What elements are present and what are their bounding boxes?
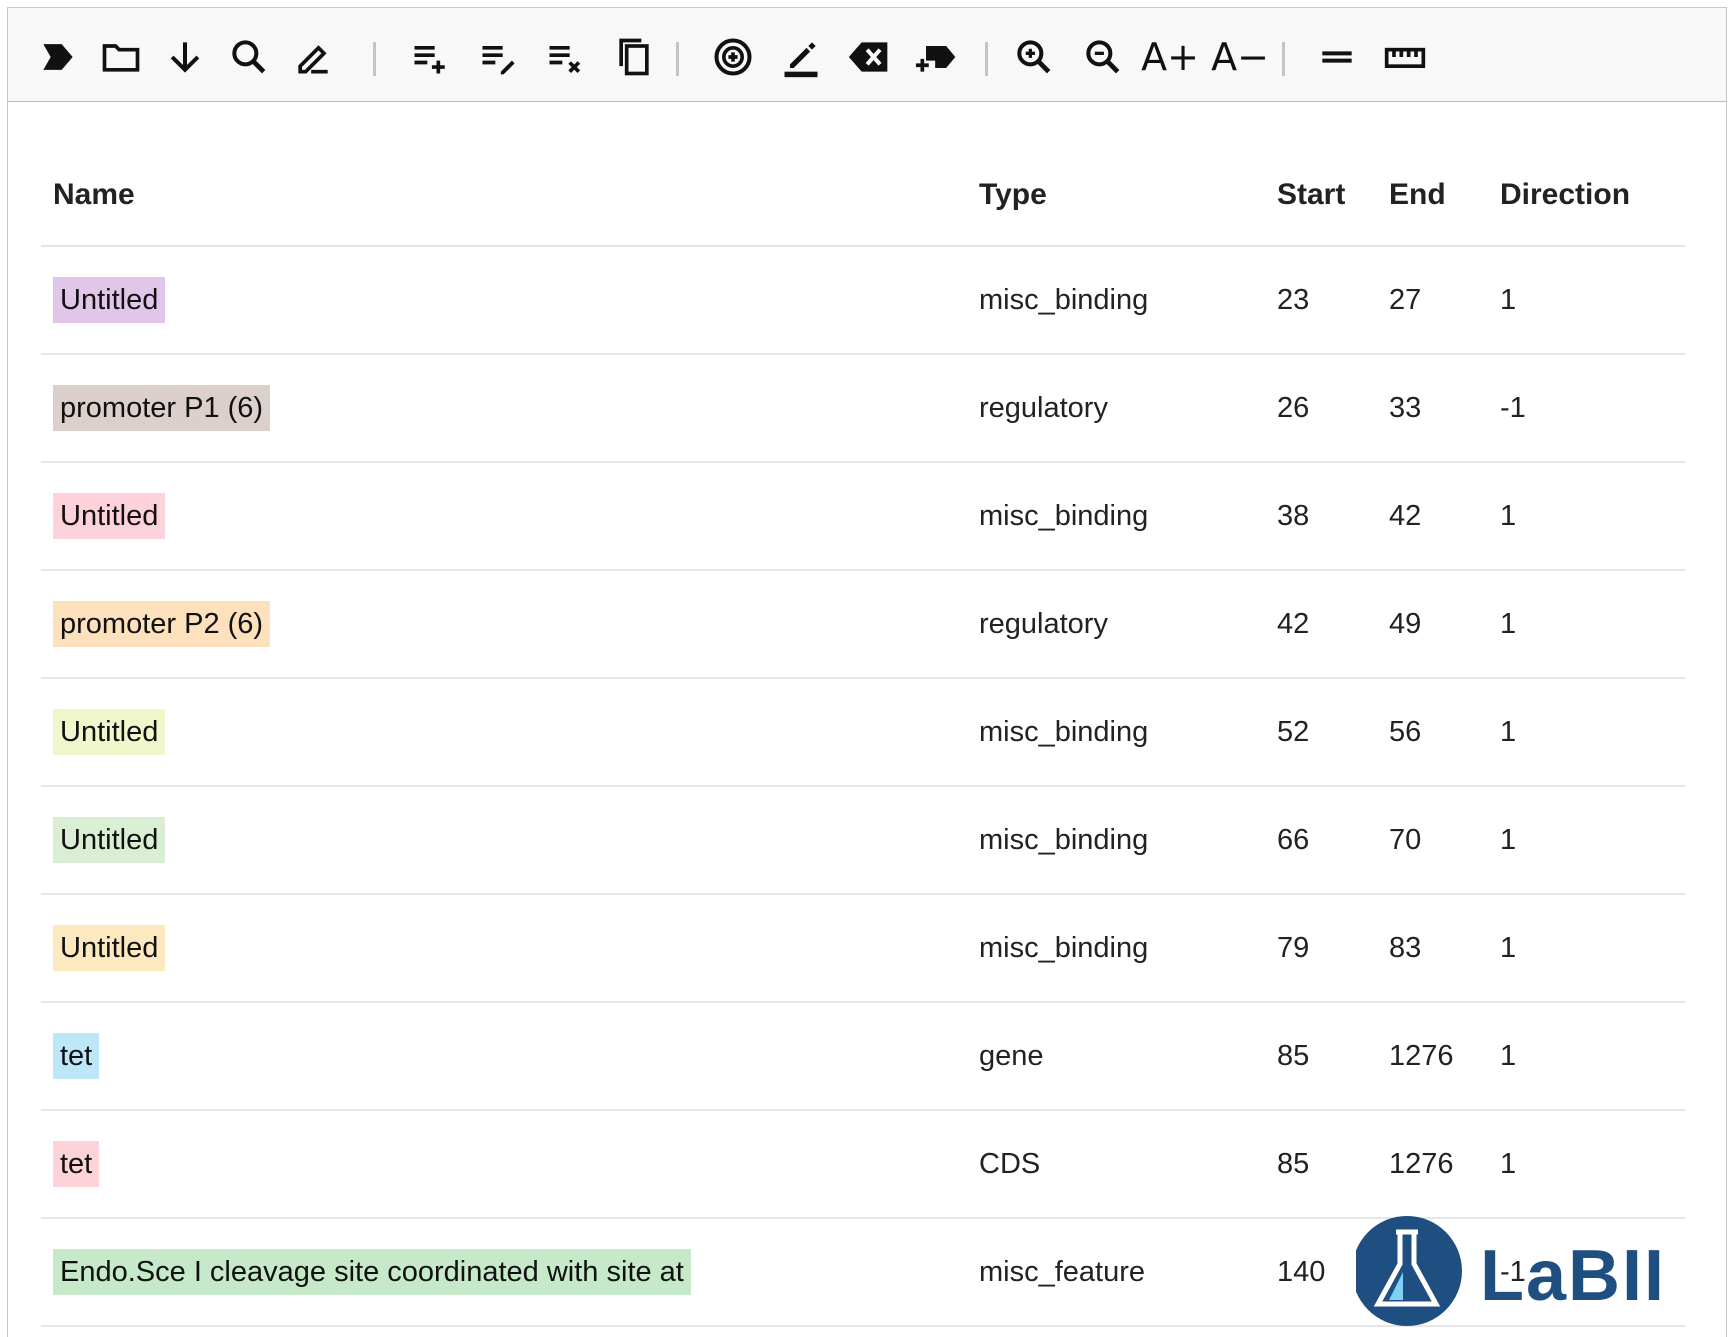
feature-name-cell: Untitled bbox=[41, 786, 979, 895]
feature-name-cell: tet bbox=[41, 1110, 979, 1219]
feature-name-chip[interactable]: tet bbox=[53, 1141, 100, 1187]
edit-list-icon[interactable] bbox=[474, 32, 524, 82]
feature-type-cell: gene bbox=[979, 1002, 1277, 1111]
table-row[interactable]: promoter P2 (6) regulatory 42 49 1 bbox=[41, 570, 1685, 679]
feature-name-chip[interactable]: Untitled bbox=[53, 709, 166, 755]
table-row[interactable]: Untitled misc_binding 66 70 1 bbox=[41, 786, 1685, 895]
expand-icon[interactable] bbox=[33, 32, 83, 82]
feature-type-cell: regulatory bbox=[979, 354, 1277, 463]
table-header-row: Name Type Start End Direction bbox=[41, 145, 1685, 247]
feature-type-cell: misc_binding bbox=[979, 246, 1277, 355]
search-icon[interactable] bbox=[224, 32, 274, 82]
feature-name-cell: Untitled bbox=[41, 678, 979, 787]
logo-text: LaBII bbox=[1480, 1236, 1666, 1316]
feature-start-cell: 85 bbox=[1277, 1110, 1389, 1219]
feature-name-chip[interactable]: Untitled bbox=[53, 817, 166, 863]
feature-end-cell: 42 bbox=[1389, 462, 1500, 571]
feature-name-cell: Untitled bbox=[41, 894, 979, 1003]
feature-direction-cell: 1 bbox=[1500, 678, 1685, 787]
feature-type-cell: misc_binding bbox=[979, 462, 1277, 571]
feature-end-cell: 27 bbox=[1389, 246, 1500, 355]
feature-type-cell: misc_binding bbox=[979, 786, 1277, 895]
feature-start-cell: 26 bbox=[1277, 354, 1389, 463]
feature-name-chip[interactable]: promoter P1 (6) bbox=[53, 385, 271, 431]
add-circle-icon[interactable] bbox=[708, 32, 758, 82]
feature-end-cell: 49 bbox=[1389, 570, 1500, 679]
feature-name-chip[interactable]: promoter P2 (6) bbox=[53, 601, 271, 647]
feature-name-chip[interactable]: Untitled bbox=[53, 493, 166, 539]
insert-icon[interactable] bbox=[912, 32, 962, 82]
feature-name-chip[interactable]: Endo.Sce I cleavage site coordinated wit… bbox=[53, 1249, 691, 1295]
separator bbox=[1282, 42, 1285, 76]
feature-start-cell: 52 bbox=[1277, 678, 1389, 787]
table-row[interactable]: promoter P1 (6) regulatory 26 33 -1 bbox=[41, 354, 1685, 463]
separator bbox=[676, 42, 679, 76]
table-row[interactable]: Untitled misc_binding 23 27 1 bbox=[41, 246, 1685, 355]
feature-start-cell: 85 bbox=[1277, 1002, 1389, 1111]
feature-start-cell: 23 bbox=[1277, 246, 1389, 355]
feature-direction-cell: 1 bbox=[1500, 894, 1685, 1003]
feature-name-cell: Endo.Sce I cleavage site coordinated wit… bbox=[41, 1218, 979, 1327]
feature-type-cell: misc_binding bbox=[979, 678, 1277, 787]
labii-logo: LaBII bbox=[1356, 1216, 1666, 1326]
feature-end-cell: 33 bbox=[1389, 354, 1500, 463]
feature-type-cell: misc_binding bbox=[979, 894, 1277, 1003]
feature-direction-cell: 1 bbox=[1500, 1110, 1685, 1219]
table-row[interactable]: tet CDS 85 1276 1 bbox=[41, 1110, 1685, 1219]
toolbar: A+ A− bbox=[8, 8, 1726, 102]
column-header-start[interactable]: Start bbox=[1277, 145, 1389, 247]
table-row[interactable]: Untitled misc_binding 38 42 1 bbox=[41, 462, 1685, 571]
feature-direction-cell: 1 bbox=[1500, 786, 1685, 895]
download-icon[interactable] bbox=[160, 32, 210, 82]
folder-icon[interactable] bbox=[96, 32, 146, 82]
feature-name-cell: promoter P2 (6) bbox=[41, 570, 979, 679]
separator bbox=[985, 42, 988, 76]
feature-start-cell: 42 bbox=[1277, 570, 1389, 679]
table-row[interactable]: tet gene 85 1276 1 bbox=[41, 1002, 1685, 1111]
feature-name-chip[interactable]: Untitled bbox=[53, 925, 166, 971]
table-row[interactable]: Untitled misc_binding 52 56 1 bbox=[41, 678, 1685, 787]
copy-icon[interactable] bbox=[609, 32, 659, 82]
ruler-icon[interactable] bbox=[1380, 32, 1430, 82]
feature-type-cell: regulatory bbox=[979, 570, 1277, 679]
feature-direction-cell: 1 bbox=[1500, 462, 1685, 571]
clear-list-icon[interactable] bbox=[541, 32, 591, 82]
zoom-out-icon[interactable] bbox=[1078, 32, 1128, 82]
feature-type-cell: misc_feature bbox=[979, 1218, 1277, 1327]
feature-end-cell: 56 bbox=[1389, 678, 1500, 787]
separator bbox=[373, 42, 376, 76]
feature-start-cell: 79 bbox=[1277, 894, 1389, 1003]
feature-type-cell: CDS bbox=[979, 1110, 1277, 1219]
feature-direction-cell: -1 bbox=[1500, 354, 1685, 463]
feature-name-chip[interactable]: Untitled bbox=[53, 277, 166, 323]
font-decrease-button[interactable]: A− bbox=[1211, 32, 1269, 82]
feature-name-cell: Untitled bbox=[41, 462, 979, 571]
zoom-in-icon[interactable] bbox=[1009, 32, 1059, 82]
feature-end-cell: 70 bbox=[1389, 786, 1500, 895]
column-header-end[interactable]: End bbox=[1389, 145, 1500, 247]
column-header-direction[interactable]: Direction bbox=[1500, 145, 1685, 247]
feature-start-cell: 66 bbox=[1277, 786, 1389, 895]
font-increase-button[interactable]: A+ bbox=[1141, 32, 1199, 82]
feature-name-cell: Untitled bbox=[41, 246, 979, 355]
column-header-type[interactable]: Type bbox=[979, 145, 1277, 247]
table-row[interactable]: Untitled misc_binding 79 83 1 bbox=[41, 894, 1685, 1003]
feature-name-cell: tet bbox=[41, 1002, 979, 1111]
feature-direction-cell: 1 bbox=[1500, 1002, 1685, 1111]
feature-name-chip[interactable]: tet bbox=[53, 1033, 100, 1079]
feature-end-cell: 83 bbox=[1389, 894, 1500, 1003]
features-table: Name Type Start End Direction Untitled mi… bbox=[41, 145, 1685, 1327]
feature-direction-cell: 1 bbox=[1500, 570, 1685, 679]
add-list-icon[interactable] bbox=[406, 32, 456, 82]
feature-end-cell: 1276 bbox=[1389, 1110, 1500, 1219]
delete-icon[interactable] bbox=[844, 32, 894, 82]
column-header-name[interactable]: Name bbox=[41, 145, 979, 247]
line-spacing-icon[interactable] bbox=[1312, 32, 1362, 82]
highlight-icon[interactable] bbox=[776, 32, 826, 82]
edit-icon[interactable] bbox=[288, 32, 338, 82]
feature-start-cell: 38 bbox=[1277, 462, 1389, 571]
feature-direction-cell: 1 bbox=[1500, 246, 1685, 355]
feature-name-cell: promoter P1 (6) bbox=[41, 354, 979, 463]
feature-end-cell: 1276 bbox=[1389, 1002, 1500, 1111]
